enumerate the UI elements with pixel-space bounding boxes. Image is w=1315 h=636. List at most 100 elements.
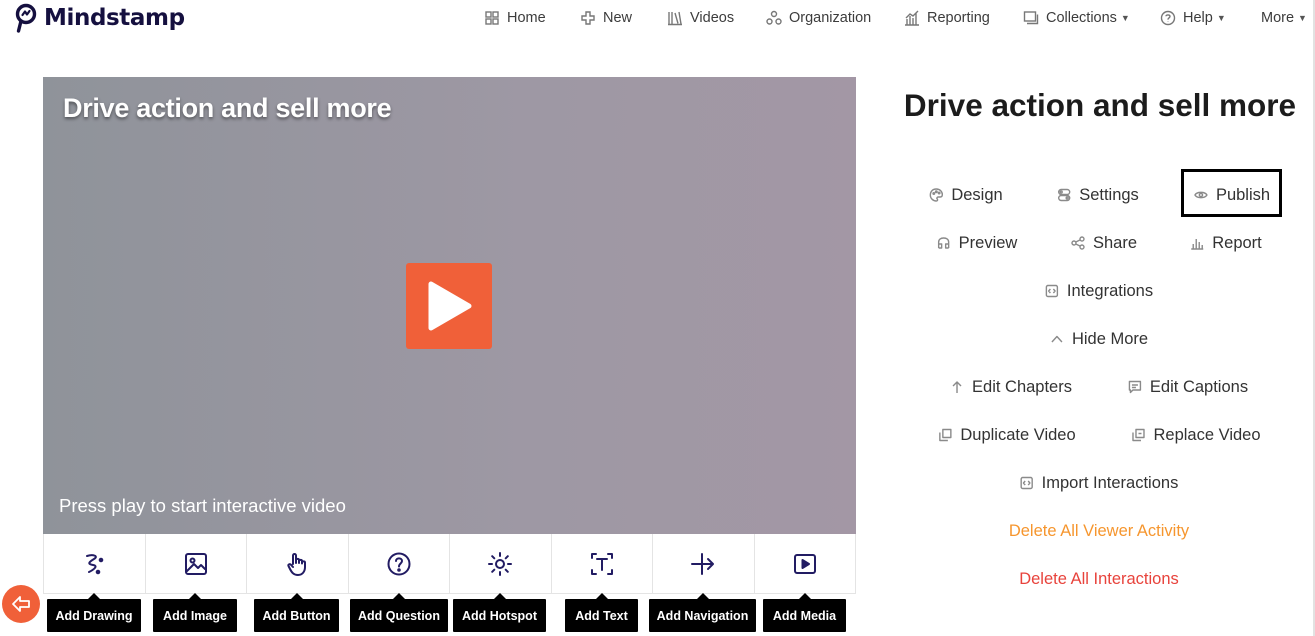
delete-interactions-button[interactable]: Delete All Interactions xyxy=(1019,565,1179,593)
question-circle-icon xyxy=(387,552,411,575)
nav-videos-label: Videos xyxy=(690,10,735,26)
navigation-arrow-icon xyxy=(691,552,715,575)
preview-icon xyxy=(937,237,950,249)
add-media-tooltip: Add Media xyxy=(763,593,846,632)
main-nav: Home New Videos Organization Reporting C… xyxy=(484,0,1315,36)
settings-label: Settings xyxy=(1079,185,1139,204)
bar-chart-icon xyxy=(1191,239,1204,250)
publish-button[interactable]: Publish xyxy=(1194,181,1270,209)
edit-captions-button[interactable]: Edit Captions xyxy=(1128,373,1248,401)
add-text-tooltip: Add Text xyxy=(565,593,638,632)
integrations-label: Integrations xyxy=(1066,281,1154,300)
edit-chapters-label: Edit Chapters xyxy=(972,377,1072,396)
nav-organization[interactable]: Organization xyxy=(766,0,871,36)
add-text-button[interactable] xyxy=(552,534,653,593)
captions-icon xyxy=(1128,380,1142,394)
palette-icon xyxy=(929,188,944,202)
add-media-button[interactable] xyxy=(755,534,856,593)
edit-chapters-button[interactable]: Edit Chapters xyxy=(950,373,1072,401)
organization-icon xyxy=(766,10,782,25)
share-button[interactable]: Share xyxy=(1071,229,1137,257)
eye-icon xyxy=(1194,191,1208,199)
brand-logo[interactable]: Mindstamp xyxy=(14,2,185,34)
brand-name: Mindstamp xyxy=(44,5,185,31)
replace-icon xyxy=(1132,428,1145,442)
hotspot-sun-icon xyxy=(488,551,513,576)
import-interactions-button[interactable]: Import Interactions xyxy=(1020,469,1179,497)
back-arrow-icon xyxy=(12,596,30,612)
drawing-icon xyxy=(86,553,104,574)
library-icon xyxy=(668,11,682,26)
hide-more-button[interactable]: Hide More xyxy=(1050,325,1148,353)
add-button-tooltip: Add Button xyxy=(254,593,339,632)
code-box-icon xyxy=(1045,284,1059,298)
nav-collections-label: Collections xyxy=(1046,10,1117,26)
nav-collections[interactable]: Collections ▼ xyxy=(1023,0,1130,36)
add-image-button[interactable] xyxy=(146,534,247,593)
nav-new[interactable]: New xyxy=(580,0,632,36)
chapters-arrow-icon xyxy=(952,381,962,393)
chevron-down-icon: ▼ xyxy=(1298,13,1307,23)
nav-home[interactable]: Home xyxy=(484,0,546,36)
chevron-down-icon: ▼ xyxy=(1216,13,1226,23)
image-icon xyxy=(184,552,207,575)
replace-video-button[interactable]: Replace Video xyxy=(1131,421,1261,449)
play-button[interactable] xyxy=(406,263,492,349)
add-drawing-button[interactable] xyxy=(44,534,146,593)
nav-home-label: Home xyxy=(507,10,546,26)
hide-more-label: Hide More xyxy=(1071,329,1149,348)
add-hotspot-button[interactable] xyxy=(450,534,552,593)
report-label: Report xyxy=(1212,233,1262,252)
nav-reporting[interactable]: Reporting xyxy=(904,0,990,36)
import-interactions-label: Import Interactions xyxy=(1041,473,1179,492)
duplicate-video-button[interactable]: Duplicate Video xyxy=(938,421,1076,449)
publish-label: Publish xyxy=(1215,185,1271,204)
add-question-button[interactable] xyxy=(349,534,450,593)
video-title: Drive action and sell more xyxy=(63,93,392,123)
nav-organization-label: Organization xyxy=(789,10,872,26)
grid-icon xyxy=(485,11,499,25)
add-navigation-tooltip: Add Navigation xyxy=(649,593,756,632)
add-navigation-button[interactable] xyxy=(653,534,755,593)
nav-new-label: New xyxy=(603,10,633,26)
code-box-icon xyxy=(1020,476,1033,490)
settings-button[interactable]: Settings xyxy=(1057,181,1139,209)
video-hint: Press play to start interactive video xyxy=(59,495,346,516)
design-button[interactable]: Design xyxy=(929,181,1003,209)
back-button[interactable] xyxy=(2,585,40,623)
help-circle-icon xyxy=(1160,10,1176,26)
add-button-button[interactable] xyxy=(247,534,349,593)
nav-reporting-label: Reporting xyxy=(927,10,990,26)
delete-viewer-activity-button[interactable]: Delete All Viewer Activity xyxy=(1009,517,1189,545)
nav-help-label: Help xyxy=(1183,10,1213,26)
design-label: Design xyxy=(951,185,1003,204)
text-frame-icon xyxy=(590,552,613,575)
add-hotspot-tooltip: Add Hotspot xyxy=(453,593,546,632)
replace-video-label: Replace Video xyxy=(1153,425,1261,444)
preview-button[interactable]: Preview xyxy=(937,229,1018,257)
nav-videos[interactable]: Videos xyxy=(667,0,734,36)
share-icon xyxy=(1071,236,1085,250)
nav-more-label: More xyxy=(1261,10,1295,26)
nav-more[interactable]: More ▼ xyxy=(1261,0,1307,36)
pointer-hand-icon xyxy=(287,552,307,576)
settings-toggles-icon xyxy=(1057,188,1071,202)
add-question-tooltip: Add Question xyxy=(350,593,448,632)
chevron-up-icon xyxy=(1051,335,1063,343)
report-button[interactable]: Report xyxy=(1190,229,1262,257)
reporting-chart-icon xyxy=(905,10,919,26)
chevron-down-icon: ▼ xyxy=(1120,13,1130,23)
collections-icon xyxy=(1023,11,1039,25)
interaction-toolbar xyxy=(43,534,856,594)
plus-icon xyxy=(581,11,595,25)
duplicate-icon xyxy=(939,428,952,442)
preview-label: Preview xyxy=(958,233,1018,252)
add-drawing-tooltip: Add Drawing xyxy=(47,593,141,632)
edit-captions-label: Edit Captions xyxy=(1149,377,1249,396)
panel-title: Drive action and sell more xyxy=(903,87,1297,123)
play-icon xyxy=(428,281,472,331)
video-player[interactable]: Drive action and sell more Press play to… xyxy=(43,77,856,534)
integrations-button[interactable]: Integrations xyxy=(1045,277,1153,305)
mindstamp-logo-icon xyxy=(15,3,37,33)
nav-help[interactable]: Help ▼ xyxy=(1160,0,1226,36)
